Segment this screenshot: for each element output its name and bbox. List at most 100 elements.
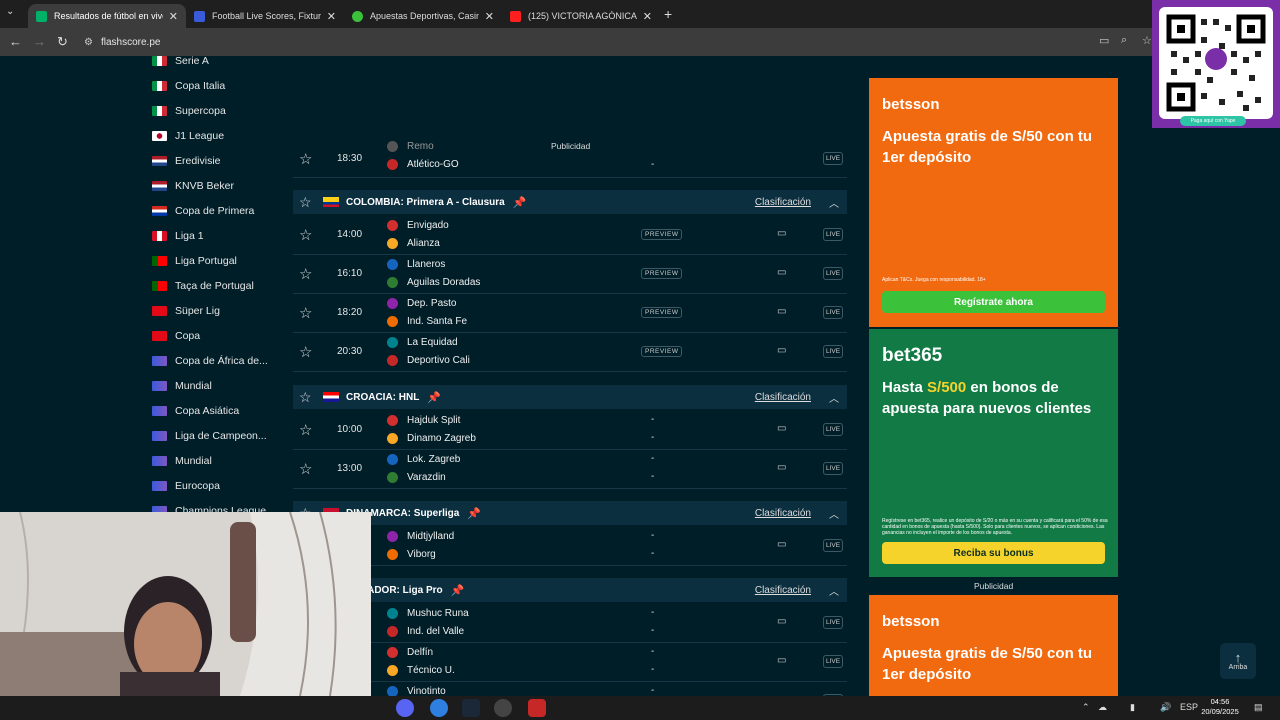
sidebar-item[interactable]: Liga 1 <box>152 226 204 246</box>
tv-icon[interactable]: ▭ <box>777 539 786 550</box>
obs-icon[interactable] <box>494 699 512 717</box>
sidebar-item[interactable]: Copa de África de... <box>152 351 268 371</box>
match-row[interactable]: ☆ 20:30 La Equidad Deportivo Cali PREVIEW ▭ LI… <box>293 333 847 372</box>
tab-football-live[interactable]: Football Live Scores, Fixtures & ✕ <box>186 4 344 28</box>
sidebar-item[interactable]: Liga Portugal <box>152 251 237 271</box>
standings-link[interactable]: Clasificación <box>755 197 811 208</box>
install-app-icon[interactable]: ▭ <box>1099 34 1109 47</box>
tab-apuestas[interactable]: Apuestas Deportivas, Casino O ✕ <box>344 4 502 28</box>
live-button[interactable]: LIVE <box>823 655 844 668</box>
tray-app-icon[interactable]: ☁ <box>1098 702 1107 713</box>
preview-badge[interactable]: PREVIEW <box>641 229 683 240</box>
favorite-league-star-icon[interactable]: ☆ <box>299 389 319 406</box>
league-header[interactable]: ☆DINAMARCA: Superliga📌Clasificación︿ <box>293 501 847 525</box>
preview-badge[interactable]: PREVIEW <box>641 307 683 318</box>
match-row[interactable]: ☆ 10:00 Hajduk Split Dinamo Zagreb - - ▭ LIVE <box>293 411 847 450</box>
sidebar-item[interactable]: Mundial <box>152 376 212 396</box>
live-button[interactable]: LIVE <box>823 462 844 475</box>
system-clock[interactable]: 04:56 20/09/2025 <box>1200 697 1240 717</box>
live-button[interactable]: LIVE <box>823 616 844 629</box>
sidebar-item[interactable]: Taça de Portugal <box>152 276 254 296</box>
match-row[interactable]: ☆Mushuc RunaInd. del Valle--▭LIVE <box>293 604 847 643</box>
match-row[interactable]: ☆ 14:00 Envigado Alianza PREVIEW ▭ LIVE <box>293 216 847 255</box>
league-header[interactable]: ☆ECUADOR: Liga Pro📌Clasificación︿ <box>293 578 847 602</box>
favorite-star-icon[interactable]: ☆ <box>299 150 312 168</box>
back-icon[interactable]: ← <box>9 34 22 49</box>
collapse-chevron-icon[interactable]: ︿ <box>829 390 839 405</box>
betsson-ad-2[interactable]: betsson Apuesta gratis de S/50 con tu 1e… <box>869 595 1118 696</box>
live-button[interactable]: LIVE <box>823 539 844 552</box>
get-bonus-button[interactable]: Reciba su bonus <box>882 542 1105 564</box>
match-row[interactable]: ☆DelfínTécnico U.--▭LIVE <box>293 643 847 682</box>
battery-icon[interactable]: ▮ <box>1130 702 1135 713</box>
tv-icon[interactable]: ▭ <box>777 462 786 473</box>
match-row[interactable]: ☆Vinotinto-▭LIVE <box>293 682 847 696</box>
collapse-chevron-icon[interactable]: ︿ <box>829 195 839 210</box>
favorite-star-icon[interactable]: ☆ <box>299 226 312 244</box>
tab-search-icon[interactable]: ⌄ <box>6 6 14 17</box>
match-row[interactable]: ☆ 18:20 Dep. Pasto Ind. Santa Fe PREVIEW ▭ LIV… <box>293 294 847 333</box>
zoom-icon[interactable]: ⌕ <box>1121 34 1127 47</box>
app-icon[interactable] <box>528 699 546 717</box>
sidebar-item[interactable]: J1 League <box>152 126 224 146</box>
league-header[interactable]: ☆ CROACIA: HNL 📌 Clasificación ︿ <box>293 385 847 409</box>
discord-icon[interactable] <box>396 699 414 717</box>
tv-icon[interactable]: ▭ <box>777 228 786 239</box>
scroll-to-top-button[interactable]: ↑ Arriba <box>1220 643 1256 679</box>
live-button[interactable]: LIVE <box>823 152 844 165</box>
reload-icon[interactable]: ↻ <box>57 34 68 50</box>
sidebar-item[interactable]: Eurocopa <box>152 476 220 496</box>
bookmark-star-icon[interactable]: ☆ <box>1142 34 1152 47</box>
favorite-star-icon[interactable]: ☆ <box>299 304 312 322</box>
bet365-ad[interactable]: bet365 Hasta S/500 en bonos de apuesta p… <box>869 329 1118 577</box>
favorite-star-icon[interactable]: ☆ <box>299 421 312 439</box>
forward-icon[interactable]: → <box>33 34 46 49</box>
sidebar-item[interactable]: KNVB Beker <box>152 176 234 196</box>
preview-badge[interactable]: PREVIEW <box>641 268 683 279</box>
language-indicator[interactable]: ESP <box>1180 702 1198 712</box>
sidebar-item[interactable]: Copa Italia <box>152 76 225 96</box>
live-button[interactable]: LIVE <box>823 228 844 241</box>
notifications-icon[interactable]: ▤ <box>1254 702 1263 713</box>
match-row[interactable]: ☆ 13:00 Lok. Zagreb Varazdin - - ▭ LIVE <box>293 450 847 489</box>
match-row[interactable]: ☆ 16:10 Llaneros Aguilas Doradas PREVIEW ▭ LIV… <box>293 255 847 294</box>
volume-icon[interactable]: 🔊 <box>1160 702 1171 713</box>
steam-icon[interactable] <box>462 699 480 717</box>
sidebar-item[interactable]: Serie A <box>152 56 209 71</box>
collapse-chevron-icon[interactable]: ︿ <box>829 506 839 521</box>
tv-icon[interactable]: ▭ <box>777 616 786 627</box>
sidebar-item[interactable]: Liga de Campeon... <box>152 426 267 446</box>
sidebar-item[interactable]: Mundial <box>152 451 212 471</box>
pin-icon[interactable]: 📌 <box>427 391 441 404</box>
tv-icon[interactable]: ▭ <box>777 306 786 317</box>
chrome-icon[interactable] <box>430 699 448 717</box>
favorite-league-star-icon[interactable]: ☆ <box>299 194 319 211</box>
close-tab-icon[interactable]: ✕ <box>485 10 494 23</box>
standings-link[interactable]: Clasificación <box>755 508 811 519</box>
close-tab-icon[interactable]: ✕ <box>327 10 336 23</box>
sidebar-item[interactable]: Süper Lig <box>152 301 220 321</box>
live-button[interactable]: LIVE <box>823 306 844 319</box>
sidebar-item[interactable]: Copa <box>152 326 200 346</box>
register-button[interactable]: Regístrate ahora <box>882 291 1105 313</box>
url-field[interactable]: ⚙ flashscore.pe <box>84 33 160 51</box>
tab-youtube[interactable]: (125) VICTORIA AGÓNICA DE U ✕ <box>502 4 660 28</box>
betsson-ad[interactable]: betsson Apuesta gratis de S/50 con tu 1e… <box>869 78 1118 327</box>
match-row[interactable]: ☆MidtjyllandViborg--▭LIVE <box>293 527 847 566</box>
sidebar-item[interactable]: Supercopa <box>152 101 226 121</box>
live-button[interactable]: LIVE <box>823 423 844 436</box>
favorite-star-icon[interactable]: ☆ <box>299 460 312 478</box>
sidebar-item[interactable]: Copa de Primera <box>152 201 254 221</box>
match-row-partial[interactable]: ☆ 18:30 Remo Atlético-GO - LIVE <box>293 141 847 178</box>
tv-icon[interactable]: ▭ <box>777 423 786 434</box>
standings-link[interactable]: Clasificación <box>755 392 811 403</box>
live-button[interactable]: LIVE <box>823 345 844 358</box>
pin-icon[interactable]: 📌 <box>451 584 465 597</box>
standings-link[interactable]: Clasificación <box>755 585 811 596</box>
close-tab-icon[interactable]: ✕ <box>169 10 178 23</box>
tv-icon[interactable]: ▭ <box>777 655 786 666</box>
tv-icon[interactable]: ▭ <box>777 267 786 278</box>
favorite-star-icon[interactable]: ☆ <box>299 343 312 361</box>
tab-flashscore[interactable]: Resultados de fútbol en vivo, M ✕ <box>28 4 186 28</box>
site-settings-icon[interactable]: ⚙ <box>84 37 93 48</box>
